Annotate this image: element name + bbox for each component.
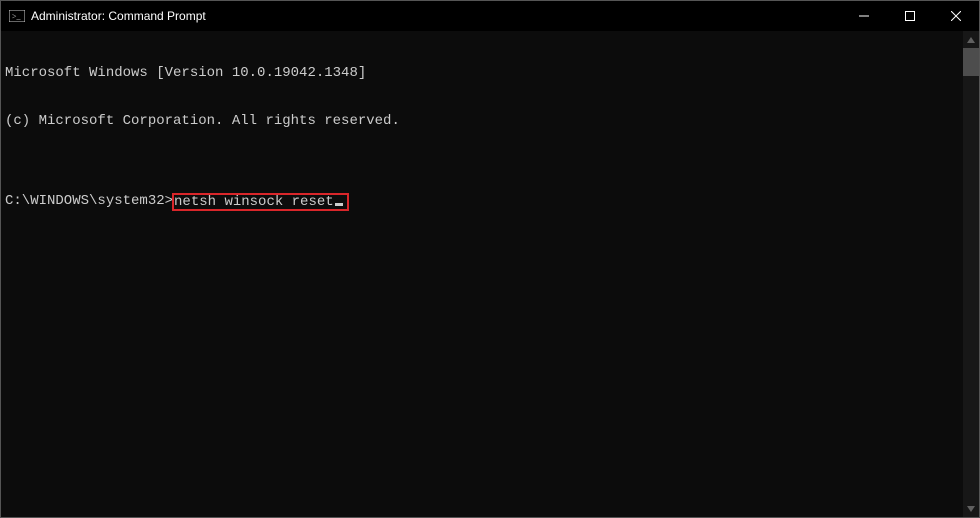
window-title: Administrator: Command Prompt [31, 9, 206, 23]
prompt-line: C:\WINDOWS\system32>netsh winsock reset [5, 193, 959, 211]
content-area: Microsoft Windows [Version 10.0.19042.13… [1, 31, 979, 517]
scroll-up-arrow-icon[interactable] [963, 31, 979, 48]
minimize-button[interactable] [841, 1, 887, 31]
copyright-line: (c) Microsoft Corporation. All rights re… [5, 113, 959, 129]
scroll-track[interactable] [963, 48, 979, 500]
scroll-thumb[interactable] [963, 48, 979, 76]
close-button[interactable] [933, 1, 979, 31]
prompt-path: C:\WINDOWS\system32> [5, 193, 173, 209]
maximize-button[interactable] [887, 1, 933, 31]
command-prompt-window: >_ Administrator: Command Prompt Microso… [0, 0, 980, 518]
scroll-down-arrow-icon[interactable] [963, 500, 979, 517]
cmd-icon: >_ [9, 9, 25, 23]
text-cursor [335, 203, 343, 206]
svg-text:>_: >_ [12, 12, 22, 21]
version-line: Microsoft Windows [Version 10.0.19042.13… [5, 65, 959, 81]
window-controls [841, 1, 979, 31]
command-highlight: netsh winsock reset [172, 193, 349, 211]
typed-command: netsh winsock reset [174, 194, 334, 210]
console-output[interactable]: Microsoft Windows [Version 10.0.19042.13… [1, 31, 963, 517]
vertical-scrollbar[interactable] [963, 31, 979, 517]
titlebar[interactable]: >_ Administrator: Command Prompt [1, 1, 979, 31]
